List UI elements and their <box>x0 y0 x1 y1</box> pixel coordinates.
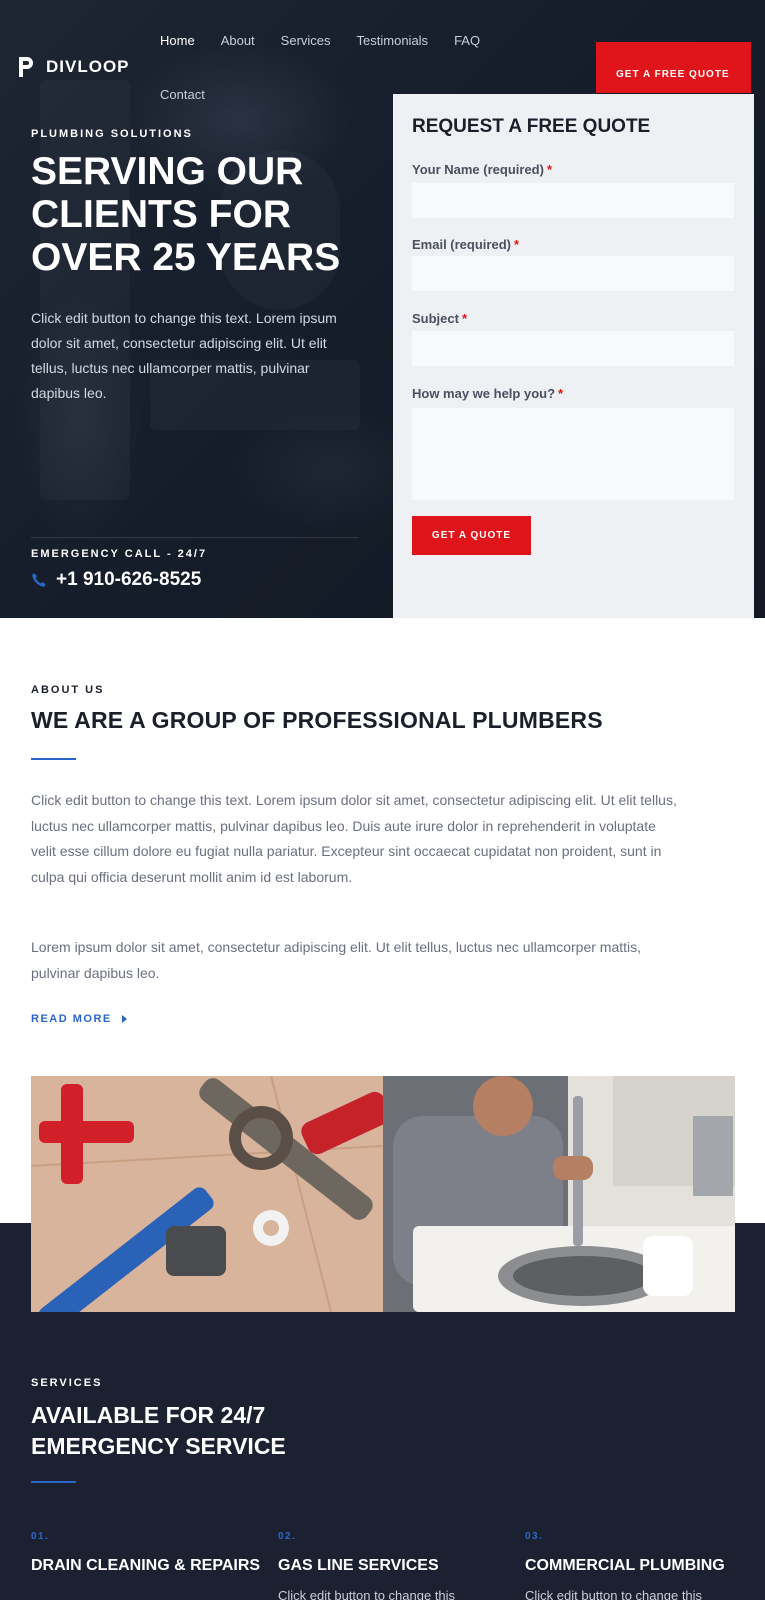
message-label-text: How may we help you? <box>412 386 556 401</box>
caret-right-icon <box>121 1015 127 1023</box>
service-text: Click edit button to change this <box>278 1588 456 1600</box>
subject-field[interactable] <box>412 331 734 366</box>
emergency-phone-link[interactable]: +1 910-626-8525 <box>31 569 201 591</box>
email-field[interactable] <box>412 256 734 291</box>
subject-label: Subject * <box>412 311 467 326</box>
service-text: Click edit button to change this <box>525 1588 703 1600</box>
hero-text: Click edit button to change this text. L… <box>31 310 337 401</box>
get-a-quote-button[interactable]: GET A QUOTE <box>412 516 531 555</box>
message-field[interactable] <box>412 408 734 500</box>
service-name[interactable]: GAS LINE SERVICES <box>278 1554 508 1577</box>
subject-label-text: Subject <box>412 311 459 326</box>
about-paragraph: Lorem ipsum dolor sit amet, consectetur … <box>31 939 642 981</box>
read-more-link[interactable]: READ MORE <box>31 1013 127 1025</box>
plumber-at-sink-photo <box>383 1076 735 1312</box>
quote-form-title: REQUEST A FREE QUOTE <box>412 116 651 137</box>
phone-icon <box>32 573 46 587</box>
brand-logo[interactable]: DIVLOOP <box>16 56 130 78</box>
required-mark: * <box>461 311 468 326</box>
about-paragraph: Click edit button to change this text. L… <box>31 792 677 885</box>
services-title: AVAILABLE FOR 24/7 EMERGENCY SERVICE <box>31 1402 286 1459</box>
plumber-illustration <box>383 1076 735 1312</box>
message-label: How may we help you? * <box>412 386 563 401</box>
service-item: 02. GAS LINE SERVICES Click edit button … <box>278 1531 508 1600</box>
nav-contact[interactable]: Contact <box>160 87 205 102</box>
nav-home[interactable]: Home <box>160 33 195 48</box>
accent-divider <box>31 1481 76 1483</box>
divloop-logo-icon <box>19 57 33 77</box>
service-number: 02. <box>278 1531 297 1542</box>
required-mark: * <box>558 386 564 401</box>
email-label-text: Email (required) <box>412 237 511 252</box>
services-kicker: SERVICES <box>31 1377 103 1389</box>
hero-section: DIVLOOP Home About Services Testimonials… <box>0 0 765 618</box>
service-item: 03. COMMERCIAL PLUMBING Click edit butto… <box>525 1531 755 1600</box>
divider <box>31 537 359 538</box>
required-mark: * <box>546 162 553 177</box>
tools-photo <box>31 1076 383 1312</box>
name-label: Your Name (required) * <box>412 162 552 177</box>
about-title: WE ARE A GROUP OF PROFESSIONAL PLUMBERS <box>31 707 603 733</box>
phone-number: +1 910-626-8525 <box>56 569 202 590</box>
emergency-label: EMERGENCY CALL - 24/7 <box>31 548 208 560</box>
about-kicker: ABOUT US <box>31 684 105 696</box>
tools-illustration <box>31 1076 383 1312</box>
service-name[interactable]: DRAIN CLEANING & REPAIRS <box>31 1554 261 1577</box>
service-number: 03. <box>525 1531 544 1542</box>
get-free-quote-button[interactable]: GET A FREE QUOTE <box>596 42 751 93</box>
accent-divider <box>31 758 76 760</box>
service-number: 01. <box>31 1531 50 1542</box>
hero-title: SERVING OUR CLIENTS FOR OVER 25 YEARS <box>31 150 341 279</box>
required-mark: * <box>513 237 520 252</box>
service-name[interactable]: COMMERCIAL PLUMBING <box>525 1554 755 1577</box>
nav-testimonials[interactable]: Testimonials <box>357 33 429 48</box>
hero-kicker: PLUMBING SOLUTIONS <box>31 128 193 140</box>
nav-faq[interactable]: FAQ <box>454 33 480 48</box>
quote-form: REQUEST A FREE QUOTE Your Name (required… <box>393 94 754 618</box>
brand-name: DIVLOOP <box>46 57 130 76</box>
service-item: 01. DRAIN CLEANING & REPAIRS <box>31 1531 261 1585</box>
main-nav: Home About Services Testimonials FAQ Con… <box>160 30 505 102</box>
nav-about[interactable]: About <box>221 33 255 48</box>
read-more-label: READ MORE <box>31 1013 112 1025</box>
name-label-text: Your Name (required) <box>412 162 544 177</box>
name-field[interactable] <box>412 183 734 218</box>
email-label: Email (required) * <box>412 237 519 252</box>
nav-services[interactable]: Services <box>281 33 331 48</box>
